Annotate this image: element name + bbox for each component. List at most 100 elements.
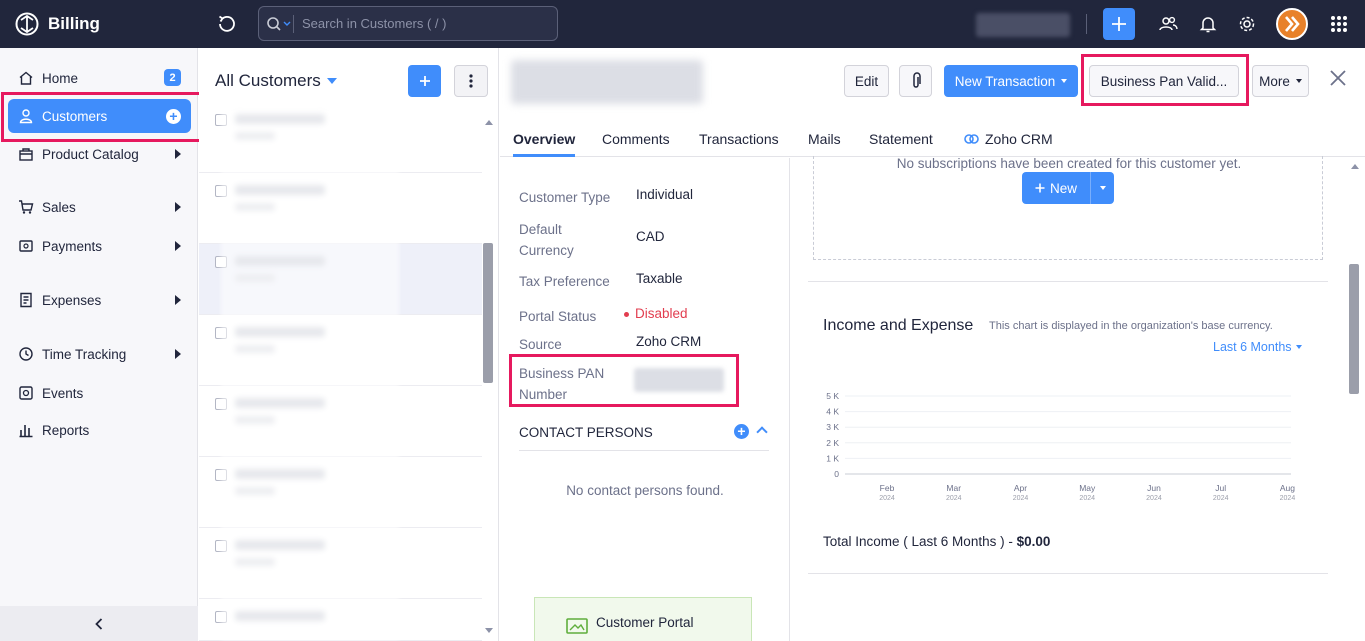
attachment-button[interactable] (899, 65, 932, 97)
new-customer-button[interactable] (408, 65, 441, 97)
sidebar-item-product-catalog[interactable]: Product Catalog (8, 137, 191, 171)
scroll-up-arrow[interactable] (1351, 164, 1359, 169)
subscriptions-box: No subscriptions have been created for t… (813, 156, 1323, 260)
top-bar: Billing Search in Customers ( / ) (0, 0, 1365, 48)
plus-icon (419, 76, 430, 86)
receipt-icon (18, 292, 34, 308)
sidebar-item-label: Reports (42, 422, 90, 438)
tab-mails[interactable]: Mails (808, 131, 841, 157)
search-icon[interactable] (259, 7, 293, 40)
sidebar-collapse-button[interactable] (0, 606, 198, 641)
add-customer-icon[interactable]: + (166, 109, 181, 124)
sidebar-item-payments[interactable]: Payments (8, 229, 191, 263)
sidebar-item-home[interactable]: Home 2 (8, 61, 191, 95)
sidebar: Home 2 Customers + Product Catalog Sales… (0, 48, 198, 641)
chevron-down-icon (1295, 79, 1302, 83)
clock-icon (18, 346, 34, 362)
new-transaction-button[interactable]: New Transaction (944, 65, 1078, 97)
list-title: All Customers (215, 71, 321, 90)
organization-name[interactable] (976, 13, 1070, 37)
paperclip-icon (912, 72, 921, 88)
list-scrollbar[interactable] (483, 243, 493, 383)
info-default-currency: Default Currency CAD (519, 219, 665, 261)
sidebar-item-reports[interactable]: Reports (8, 413, 191, 447)
plus-icon (1035, 183, 1045, 193)
sidebar-item-label: Events (42, 385, 84, 401)
avatar[interactable] (1276, 8, 1308, 40)
search-bar[interactable]: Search in Customers ( / ) (258, 6, 558, 41)
sidebar-item-expenses[interactable]: Expenses (8, 283, 191, 317)
home-count-badge: 2 (164, 69, 181, 86)
info-value: Taxable (636, 271, 683, 286)
close-icon[interactable] (1328, 68, 1348, 88)
total-income-label: Total Income ( Last 6 Months ) - (823, 534, 1017, 549)
sidebar-item-customers[interactable]: Customers + (8, 99, 191, 133)
history-icon[interactable] (216, 13, 238, 35)
sidebar-item-label: Customers (42, 108, 108, 124)
detail-scrollbar[interactable] (1349, 264, 1359, 394)
customer-info-column: Customer Type Individual Default Currenc… (500, 158, 790, 641)
billing-logo-icon (15, 12, 39, 36)
chevron-down-icon (1099, 186, 1106, 190)
sidebar-item-time-tracking[interactable]: Time Tracking (8, 337, 191, 371)
brand[interactable]: Billing (0, 0, 198, 48)
business-pan-label: Business Pan Valid... (1100, 73, 1228, 89)
contact-persons-header: CONTACT PERSONS + (519, 424, 769, 451)
tab-comments[interactable]: Comments (602, 131, 670, 157)
business-pan-validation-button[interactable]: Business Pan Valid... (1089, 65, 1239, 97)
x-tick-month: Apr (1014, 483, 1027, 493)
bell-icon[interactable] (1197, 13, 1219, 35)
tab-transactions[interactable]: Transactions (699, 131, 779, 157)
y-tick-label: 4 K (826, 407, 839, 417)
search-input[interactable]: Search in Customers ( / ) (302, 16, 447, 31)
more-label: More (1259, 73, 1290, 89)
box-icon (18, 146, 34, 162)
sidebar-item-label: Payments (42, 238, 103, 254)
more-button[interactable]: More (1252, 65, 1309, 97)
users-icon[interactable] (1157, 13, 1179, 35)
grid-icon[interactable] (1328, 13, 1350, 35)
topbar-separator (1086, 14, 1087, 34)
add-contact-icon[interactable]: + (734, 424, 749, 439)
tab-statement[interactable]: Statement (869, 131, 933, 157)
chevron-left-icon (95, 617, 103, 630)
customer-portal-card[interactable]: Customer Portal (534, 597, 752, 641)
info-portal-status: Portal Status Disabled (519, 306, 688, 327)
plus-icon (1112, 17, 1126, 31)
list-options-button[interactable] (454, 65, 488, 97)
quick-create-button[interactable] (1103, 8, 1135, 40)
scroll-up-arrow[interactable] (485, 120, 493, 125)
sidebar-item-label: Expenses (42, 292, 102, 308)
new-subscription-dropdown[interactable] (1090, 172, 1114, 204)
info-source: Source Zoho CRM (519, 334, 701, 355)
customer-detail-panel: Edit New Transaction Business Pan Valid.… (500, 48, 1365, 641)
sidebar-item-label: Home (42, 70, 79, 86)
period-label: Last 6 Months (1213, 340, 1292, 354)
tab-zoho-crm[interactable]: Zoho CRM (963, 131, 1053, 157)
search-divider (293, 14, 294, 33)
edit-button[interactable]: Edit (844, 65, 889, 97)
info-value: CAD (636, 229, 665, 244)
chevron-up-icon[interactable] (756, 426, 768, 438)
portal-icon (566, 618, 588, 634)
tab-overview[interactable]: Overview (513, 131, 576, 157)
chevron-right-icon (175, 241, 181, 251)
list-view-selector[interactable]: All Customers (215, 71, 337, 91)
info-tax-preference: Tax Preference Taxable (519, 271, 683, 292)
gear-icon[interactable] (1236, 13, 1258, 35)
tab-label: Zoho CRM (985, 131, 1053, 147)
sidebar-item-events[interactable]: Events (8, 376, 191, 410)
new-subscription-button[interactable]: New (1022, 172, 1090, 204)
period-selector[interactable]: Last 6 Months (1213, 340, 1302, 354)
x-tick-year: 2024 (1213, 495, 1229, 502)
chevron-right-icon (175, 349, 181, 359)
sidebar-item-label: Time Tracking (42, 346, 127, 362)
x-tick-month: Mar (946, 483, 961, 493)
scroll-down-arrow[interactable] (485, 628, 493, 633)
x-tick-year: 2024 (946, 495, 962, 502)
sidebar-item-sales[interactable]: Sales (8, 190, 191, 224)
info-customer-type: Customer Type Individual (519, 187, 693, 208)
status-dot (624, 311, 629, 317)
info-value: Zoho CRM (636, 334, 702, 349)
chevron-right-icon (175, 202, 181, 212)
